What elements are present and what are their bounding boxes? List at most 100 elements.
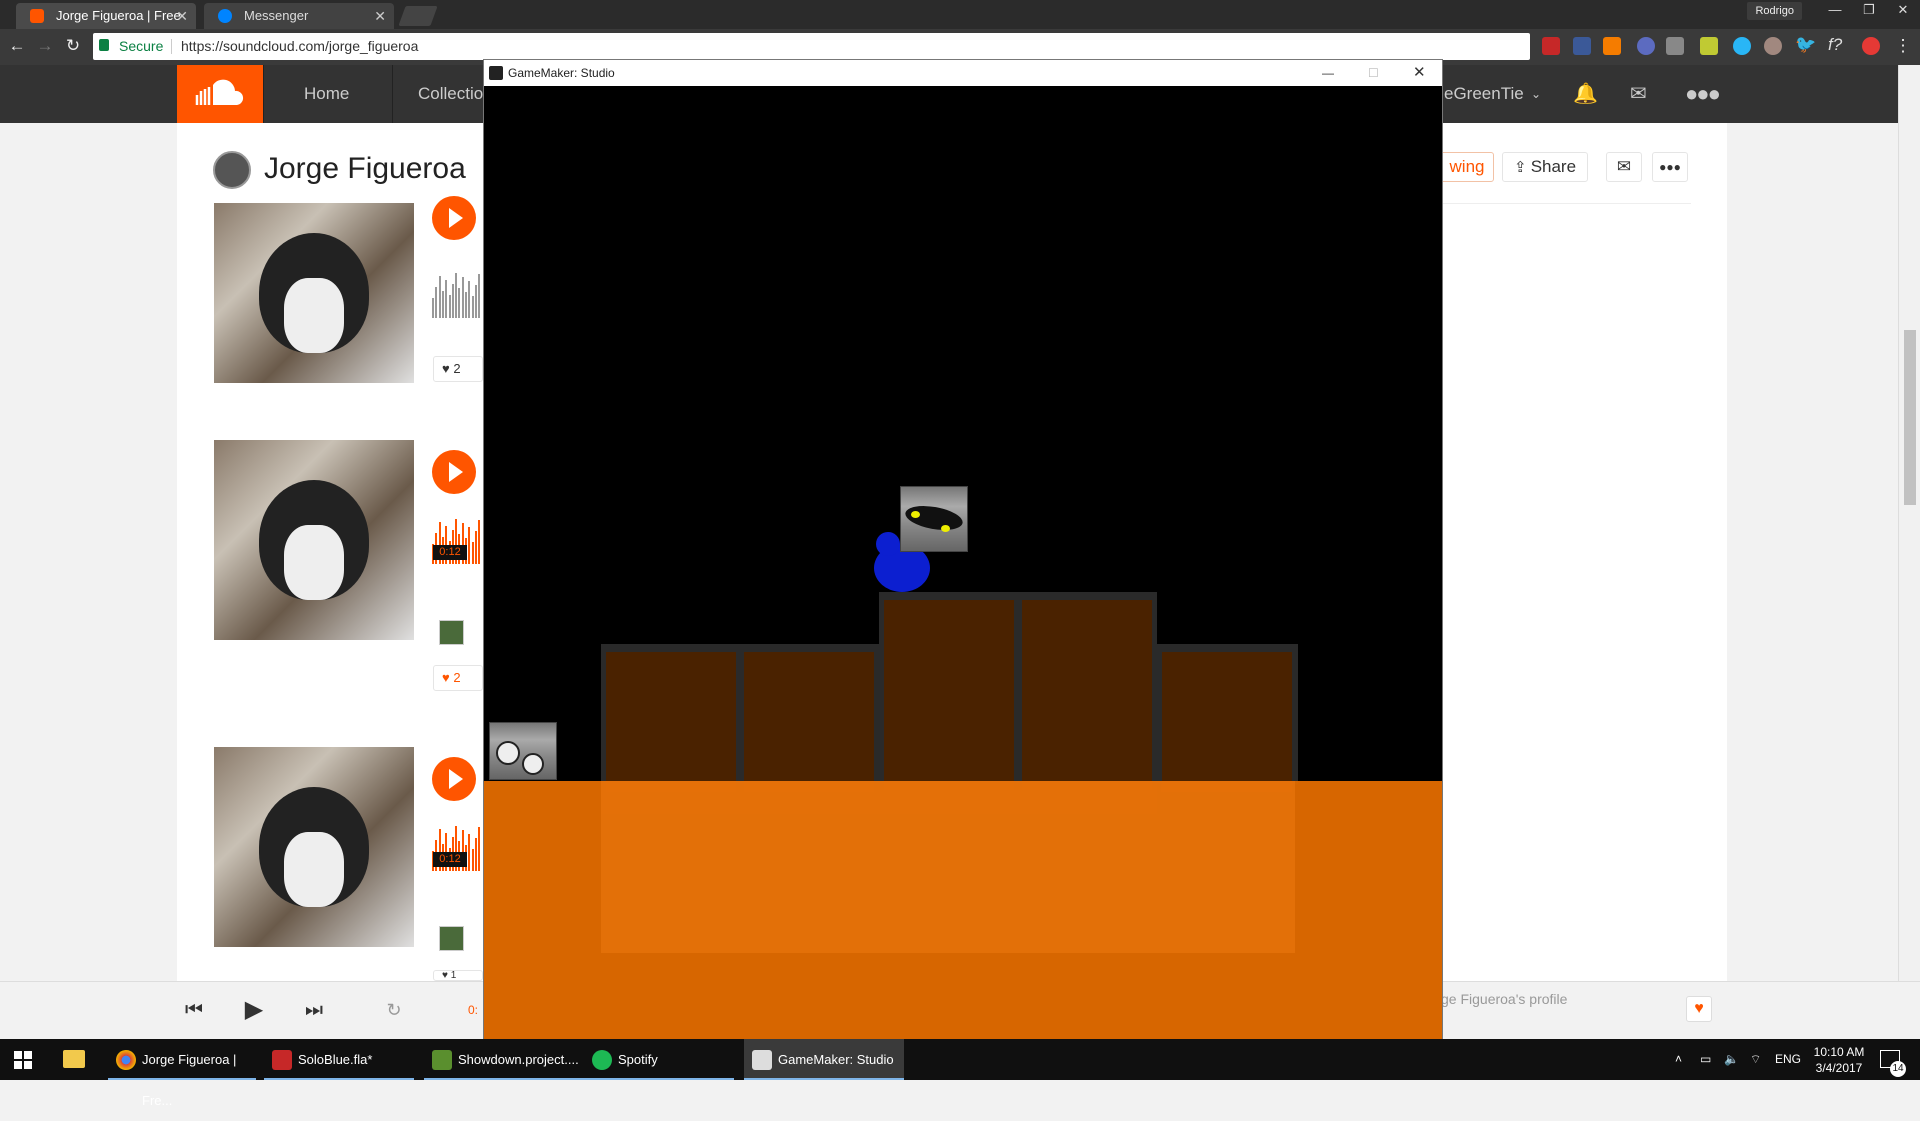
play-icon[interactable]: ▶ bbox=[240, 996, 268, 1024]
window-title: GameMaker: Studio bbox=[508, 66, 615, 80]
waveform[interactable] bbox=[432, 272, 482, 318]
minimize-icon[interactable]: — bbox=[1322, 60, 1334, 86]
tab-soundcloud[interactable]: Jorge Figueroa | Free List ✕ bbox=[16, 3, 196, 49]
url-text[interactable]: https://soundcloud.com/jorge_figueroa bbox=[181, 33, 418, 60]
gamemaker-icon bbox=[489, 66, 503, 80]
like-heart-icon[interactable]: ♥ bbox=[1686, 996, 1712, 1022]
nav-home[interactable]: Home bbox=[304, 65, 349, 123]
play-icon bbox=[449, 208, 463, 228]
taskbar-app[interactable]: SoloBlue.fla* bbox=[264, 1039, 414, 1080]
clock-date: 3/4/2017 bbox=[1815, 1061, 1863, 1075]
back-icon[interactable]: ← bbox=[6, 35, 28, 57]
gamemaker-titlebar[interactable]: GameMaker: Studio — ☐ ✕ bbox=[484, 60, 1442, 86]
extension-mail-icon[interactable] bbox=[1542, 37, 1560, 55]
windows-taskbar: Jorge Figueroa | Fre... SoloBlue.fla* Sh… bbox=[0, 1039, 1920, 1108]
volume-icon[interactable]: 🔈 bbox=[1724, 1039, 1739, 1080]
pinterest-extension-icon[interactable] bbox=[1862, 37, 1880, 55]
battery-icon[interactable]: ▭ bbox=[1700, 1039, 1711, 1080]
facebook-extension-icon[interactable] bbox=[1573, 37, 1591, 55]
nav-collection[interactable]: Collectio bbox=[418, 65, 483, 123]
repeat-icon[interactable]: ↻ bbox=[380, 996, 408, 1024]
enemy-face bbox=[903, 502, 965, 534]
soundcloud-favicon-icon bbox=[30, 9, 44, 23]
like-count: 1 bbox=[450, 970, 457, 981]
avatar[interactable] bbox=[213, 151, 251, 189]
maximize-icon[interactable]: ☐ bbox=[1368, 60, 1379, 86]
play-button[interactable] bbox=[432, 450, 476, 494]
user-menu[interactable]: eGreenTie bbox=[1444, 65, 1524, 123]
close-tab-icon[interactable]: ✕ bbox=[176, 3, 188, 29]
new-tab-button[interactable] bbox=[398, 6, 438, 26]
extension-icon[interactable] bbox=[1666, 37, 1684, 55]
chevron-down-icon[interactable]: ⌄ bbox=[1531, 65, 1541, 123]
gamemaker-icon bbox=[432, 1050, 452, 1070]
tab-messenger[interactable]: Messenger ✕ bbox=[204, 3, 394, 29]
extension-icon[interactable] bbox=[1764, 37, 1782, 55]
track-artwork[interactable] bbox=[214, 440, 414, 640]
address-bar[interactable]: Secure https://soundcloud.com/jorge_figu… bbox=[93, 33, 1530, 60]
comment-avatar[interactable] bbox=[439, 620, 464, 645]
close-tab-icon[interactable]: ✕ bbox=[374, 3, 386, 29]
share-button[interactable]: ⇪ Share bbox=[1502, 152, 1588, 182]
waveform-bar bbox=[451, 284, 454, 318]
message-icon[interactable]: ✉ bbox=[1606, 152, 1642, 182]
soundcloud-logo-icon[interactable] bbox=[177, 65, 263, 123]
menu-icon[interactable]: ⋮ bbox=[1892, 35, 1914, 57]
twitter-extension-icon[interactable]: 🐦 bbox=[1795, 35, 1816, 55]
player-track-link[interactable]: ge Figueroa's profile bbox=[1441, 991, 1567, 1007]
extension-icon[interactable] bbox=[1637, 37, 1655, 55]
like-button[interactable]: ♥ 2 bbox=[433, 665, 483, 691]
comment-avatar[interactable] bbox=[439, 926, 464, 951]
waveform-bar bbox=[435, 287, 438, 318]
play-button[interactable] bbox=[432, 757, 476, 801]
close-icon[interactable]: ✕ bbox=[1413, 60, 1426, 86]
play-button[interactable] bbox=[432, 196, 476, 240]
reload-icon[interactable]: ↻ bbox=[62, 35, 84, 57]
track-artwork[interactable] bbox=[214, 747, 414, 947]
bell-icon[interactable]: 🔔 bbox=[1573, 65, 1598, 123]
profile-button[interactable]: Rodrigo bbox=[1747, 2, 1802, 20]
next-track-icon[interactable]: ⏭ bbox=[300, 996, 328, 1024]
taskbar-app-active[interactable]: GameMaker: Studio bbox=[744, 1039, 904, 1080]
wifi-icon[interactable]: ⌔ bbox=[1750, 1039, 1761, 1080]
restore-icon[interactable]: ❐ bbox=[1852, 0, 1886, 20]
divider bbox=[263, 65, 264, 123]
clock[interactable]: 10:10 AM 3/4/2017 bbox=[1810, 1044, 1868, 1076]
taskbar-app[interactable]: Spotify bbox=[584, 1039, 734, 1080]
minimize-icon[interactable]: — bbox=[1818, 0, 1852, 20]
spotify-icon bbox=[592, 1050, 612, 1070]
windows-start-icon[interactable] bbox=[14, 1051, 32, 1069]
like-button[interactable]: ♥ 1 bbox=[433, 970, 483, 981]
following-button[interactable]: wing bbox=[1440, 152, 1494, 182]
creature-eye bbox=[522, 753, 544, 775]
extension-icon[interactable] bbox=[1700, 37, 1718, 55]
more-options-icon[interactable]: ●●● bbox=[1652, 152, 1688, 182]
taskbar-app[interactable]: Showdown.project.... bbox=[424, 1039, 584, 1080]
like-button[interactable]: ♥ 2 bbox=[433, 356, 483, 382]
previous-track-icon[interactable]: ⏮ bbox=[180, 996, 208, 1024]
waveform-bar bbox=[445, 280, 448, 318]
mail-icon[interactable]: ✉ bbox=[1630, 65, 1647, 123]
function-extension-icon[interactable]: f? bbox=[1828, 35, 1842, 55]
page-scrollbar[interactable] bbox=[1898, 65, 1920, 981]
rss-extension-icon[interactable] bbox=[1603, 37, 1621, 55]
waveform-bar bbox=[471, 849, 474, 871]
flash-icon bbox=[272, 1050, 292, 1070]
waveform-bar bbox=[441, 291, 444, 318]
game-canvas[interactable] bbox=[484, 86, 1442, 1040]
scrollbar-thumb[interactable] bbox=[1904, 330, 1916, 505]
waveform-bar bbox=[468, 281, 471, 318]
heart-icon: ♥ bbox=[442, 970, 448, 981]
taskbar-app-label: Showdown.project.... bbox=[458, 1052, 579, 1067]
more-icon[interactable]: ●●● bbox=[1685, 65, 1721, 123]
tray-overflow-icon[interactable]: ˄ bbox=[1675, 1039, 1682, 1080]
taskbar-app[interactable]: Jorge Figueroa | Fre... bbox=[108, 1039, 256, 1108]
language-indicator[interactable]: ENG bbox=[1775, 1039, 1801, 1080]
close-window-icon[interactable]: ✕ bbox=[1886, 0, 1920, 20]
gamemaker-window: GameMaker: Studio — ☐ ✕ bbox=[483, 59, 1443, 1041]
file-explorer-icon[interactable] bbox=[63, 1050, 85, 1068]
profile-name[interactable]: Jorge Figueroa bbox=[264, 152, 466, 186]
extension-icon[interactable] bbox=[1733, 37, 1751, 55]
track-artwork[interactable] bbox=[214, 203, 414, 383]
forward-icon[interactable]: → bbox=[34, 35, 56, 57]
